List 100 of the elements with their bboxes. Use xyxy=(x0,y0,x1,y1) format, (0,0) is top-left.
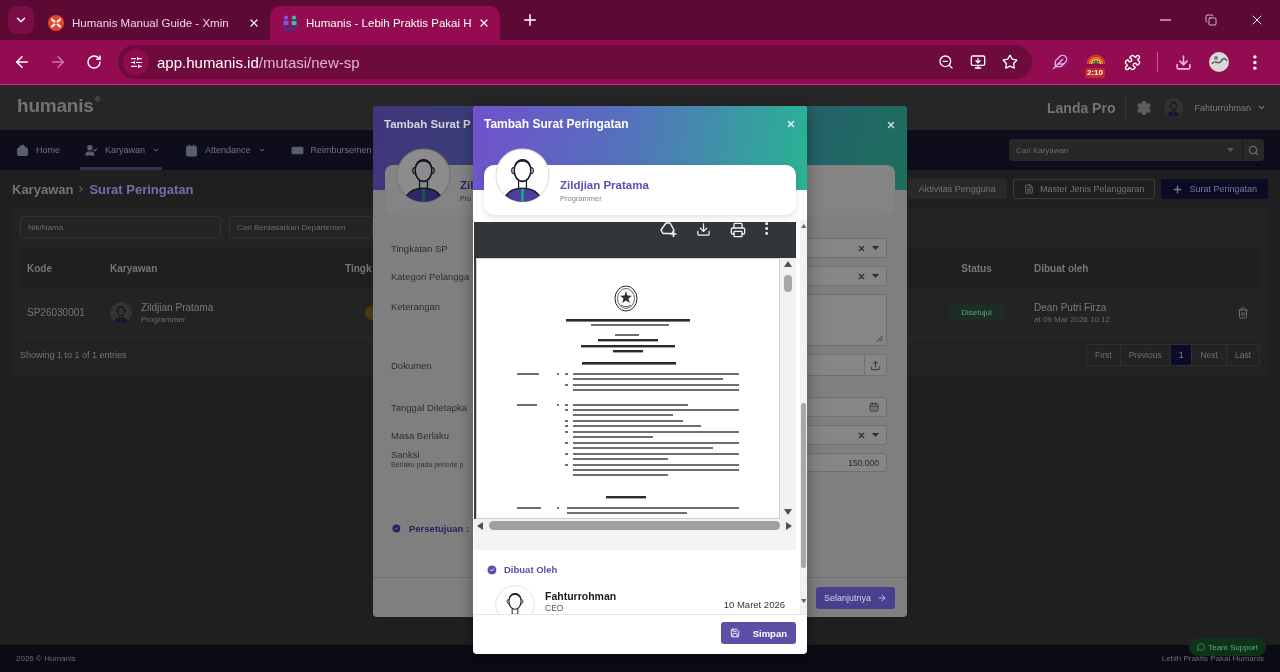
page-button[interactable]: First xyxy=(1087,345,1120,365)
search-field[interactable]: Nik/Nama xyxy=(20,216,221,238)
status-badge: Disetujui xyxy=(949,304,1004,321)
rainbow-icon xyxy=(1086,53,1106,65)
field-label: Keterangan xyxy=(391,301,441,312)
field-label: Sanksi xyxy=(391,449,420,460)
field-label: Masa Berlaku xyxy=(391,429,450,441)
scroll-down-icon xyxy=(800,599,807,604)
close-button[interactable] xyxy=(786,119,796,129)
action-button[interactable]: Surat Peringatan xyxy=(1161,179,1268,199)
close-icon xyxy=(248,17,260,29)
dialog-title: Tambah Surat P xyxy=(384,117,471,131)
nav-item[interactable]: Home xyxy=(11,130,62,170)
trash-icon[interactable] xyxy=(1237,306,1249,319)
scroll-up-icon xyxy=(784,261,792,267)
caret-icon xyxy=(1227,148,1234,152)
entries-summary: Showing 1 to 1 of 1 entries xyxy=(20,350,127,360)
tab-list-button[interactable] xyxy=(8,6,34,34)
date-field[interactable] xyxy=(807,397,887,417)
section-title: Persetujuan : xyxy=(409,522,470,534)
url-text: app.humanis.id/mutasi/new-sp xyxy=(157,53,360,71)
select-field[interactable] xyxy=(807,425,887,445)
star-icon xyxy=(1002,54,1018,70)
nav-item[interactable]: Reimbursemen xyxy=(285,130,374,170)
select-field[interactable] xyxy=(807,238,887,258)
user-avatar-icon xyxy=(1164,98,1184,117)
extension-button[interactable]: 2:10 xyxy=(1082,48,1110,76)
page-button[interactable]: Next xyxy=(1191,345,1226,365)
page-button[interactable]: Previous xyxy=(1119,345,1170,365)
avatar-icon xyxy=(110,301,132,324)
save-button[interactable]: Simpan xyxy=(720,622,796,644)
close-icon xyxy=(478,17,490,29)
restore-icon xyxy=(1205,14,1217,26)
user-menu[interactable]: Fahturrohman xyxy=(1194,102,1251,113)
clear-icon xyxy=(857,430,866,440)
page-button[interactable]: Last xyxy=(1225,345,1259,365)
continue-button[interactable]: Selanjutnya xyxy=(815,586,895,609)
file-icon xyxy=(1023,184,1034,194)
browser-tab[interactable]: Humanis Manual Guide - Xmin xyxy=(40,6,270,40)
close-button[interactable] xyxy=(886,120,896,130)
scrollbar-thumb[interactable] xyxy=(489,521,780,530)
creator-role: CEO xyxy=(545,603,564,613)
arrow-right-icon xyxy=(877,592,887,603)
scroll-right-icon xyxy=(786,521,792,530)
copyright-text: 2026 © Humanis xyxy=(16,654,76,663)
column-header: Kode xyxy=(27,262,52,274)
profile-avatar-icon xyxy=(1209,52,1229,72)
page-button[interactable]: 1 xyxy=(1169,345,1192,365)
print-icon[interactable] xyxy=(729,222,746,238)
scrollbar-thumb[interactable] xyxy=(801,403,806,569)
close-icon xyxy=(786,119,796,129)
caret-icon xyxy=(872,433,879,437)
logo-icon xyxy=(48,15,64,31)
site-info-button[interactable] xyxy=(123,49,149,75)
team-support-button[interactable]: Team Support xyxy=(1189,638,1266,656)
plus-icon xyxy=(521,11,539,29)
puzzle-icon xyxy=(1123,53,1141,71)
textarea-field[interactable] xyxy=(807,294,887,346)
page-title: Surat Peringatan xyxy=(89,181,194,197)
more-icon[interactable] xyxy=(764,222,768,235)
department-select[interactable]: Cari Berdasarkan Departemen xyxy=(229,216,373,238)
scroll-down-icon xyxy=(784,509,792,515)
column-header: Tingk xyxy=(345,262,372,274)
feather-icon xyxy=(1052,54,1068,70)
table-cell: SP26030001 xyxy=(27,307,85,318)
close-icon xyxy=(886,120,896,130)
chevron-down-icon xyxy=(1257,103,1266,112)
file-field[interactable] xyxy=(807,354,887,376)
download-icon[interactable] xyxy=(695,222,711,237)
nav-item[interactable]: Karyawan xyxy=(80,130,163,170)
scrollbar-thumb[interactable] xyxy=(784,275,792,292)
creator-name: Dean Putri Firza xyxy=(1034,301,1108,313)
scroll-left-icon xyxy=(477,521,483,530)
caret-icon xyxy=(872,274,879,278)
column-header: Karyawan xyxy=(110,262,158,274)
field-label: Kategori Pelangga xyxy=(391,270,470,282)
arrow-right-icon xyxy=(49,53,67,71)
breadcrumb-link[interactable]: Karyawan xyxy=(12,181,74,197)
nav-item[interactable]: Attendance xyxy=(180,130,268,170)
action-button[interactable]: Master Jenis Pelanggaran xyxy=(1012,179,1156,199)
download-icon xyxy=(1174,53,1192,71)
clear-icon xyxy=(857,271,866,281)
calendar-icon xyxy=(185,143,199,157)
menu-icon xyxy=(1253,54,1257,70)
check-circle-icon xyxy=(486,563,498,576)
address-bar[interactable]: app.humanis.id/mutasi/new-sp xyxy=(118,45,1032,79)
tagline-text: Lebih Praktis Pakai Humanis xyxy=(1161,654,1264,663)
triangle-plus-icon[interactable] xyxy=(659,222,677,237)
resize-grip-icon xyxy=(876,335,883,342)
timer-badge: 2:10 xyxy=(1085,68,1105,78)
field-label: Dokumen xyxy=(391,359,432,371)
plus-icon xyxy=(1172,183,1184,195)
amount-field[interactable]: 150.000 xyxy=(807,453,887,472)
monitor-download-icon xyxy=(970,54,986,70)
logo-icon xyxy=(282,15,298,31)
browser-tab[interactable]: Humanis - Lebih Praktis Pakai H xyxy=(270,6,500,40)
action-button[interactable]: Aktivitas Pengguna xyxy=(907,179,1007,199)
settings-icon[interactable] xyxy=(1136,99,1153,116)
select-field[interactable] xyxy=(807,266,887,286)
chat-icon xyxy=(1197,643,1206,651)
